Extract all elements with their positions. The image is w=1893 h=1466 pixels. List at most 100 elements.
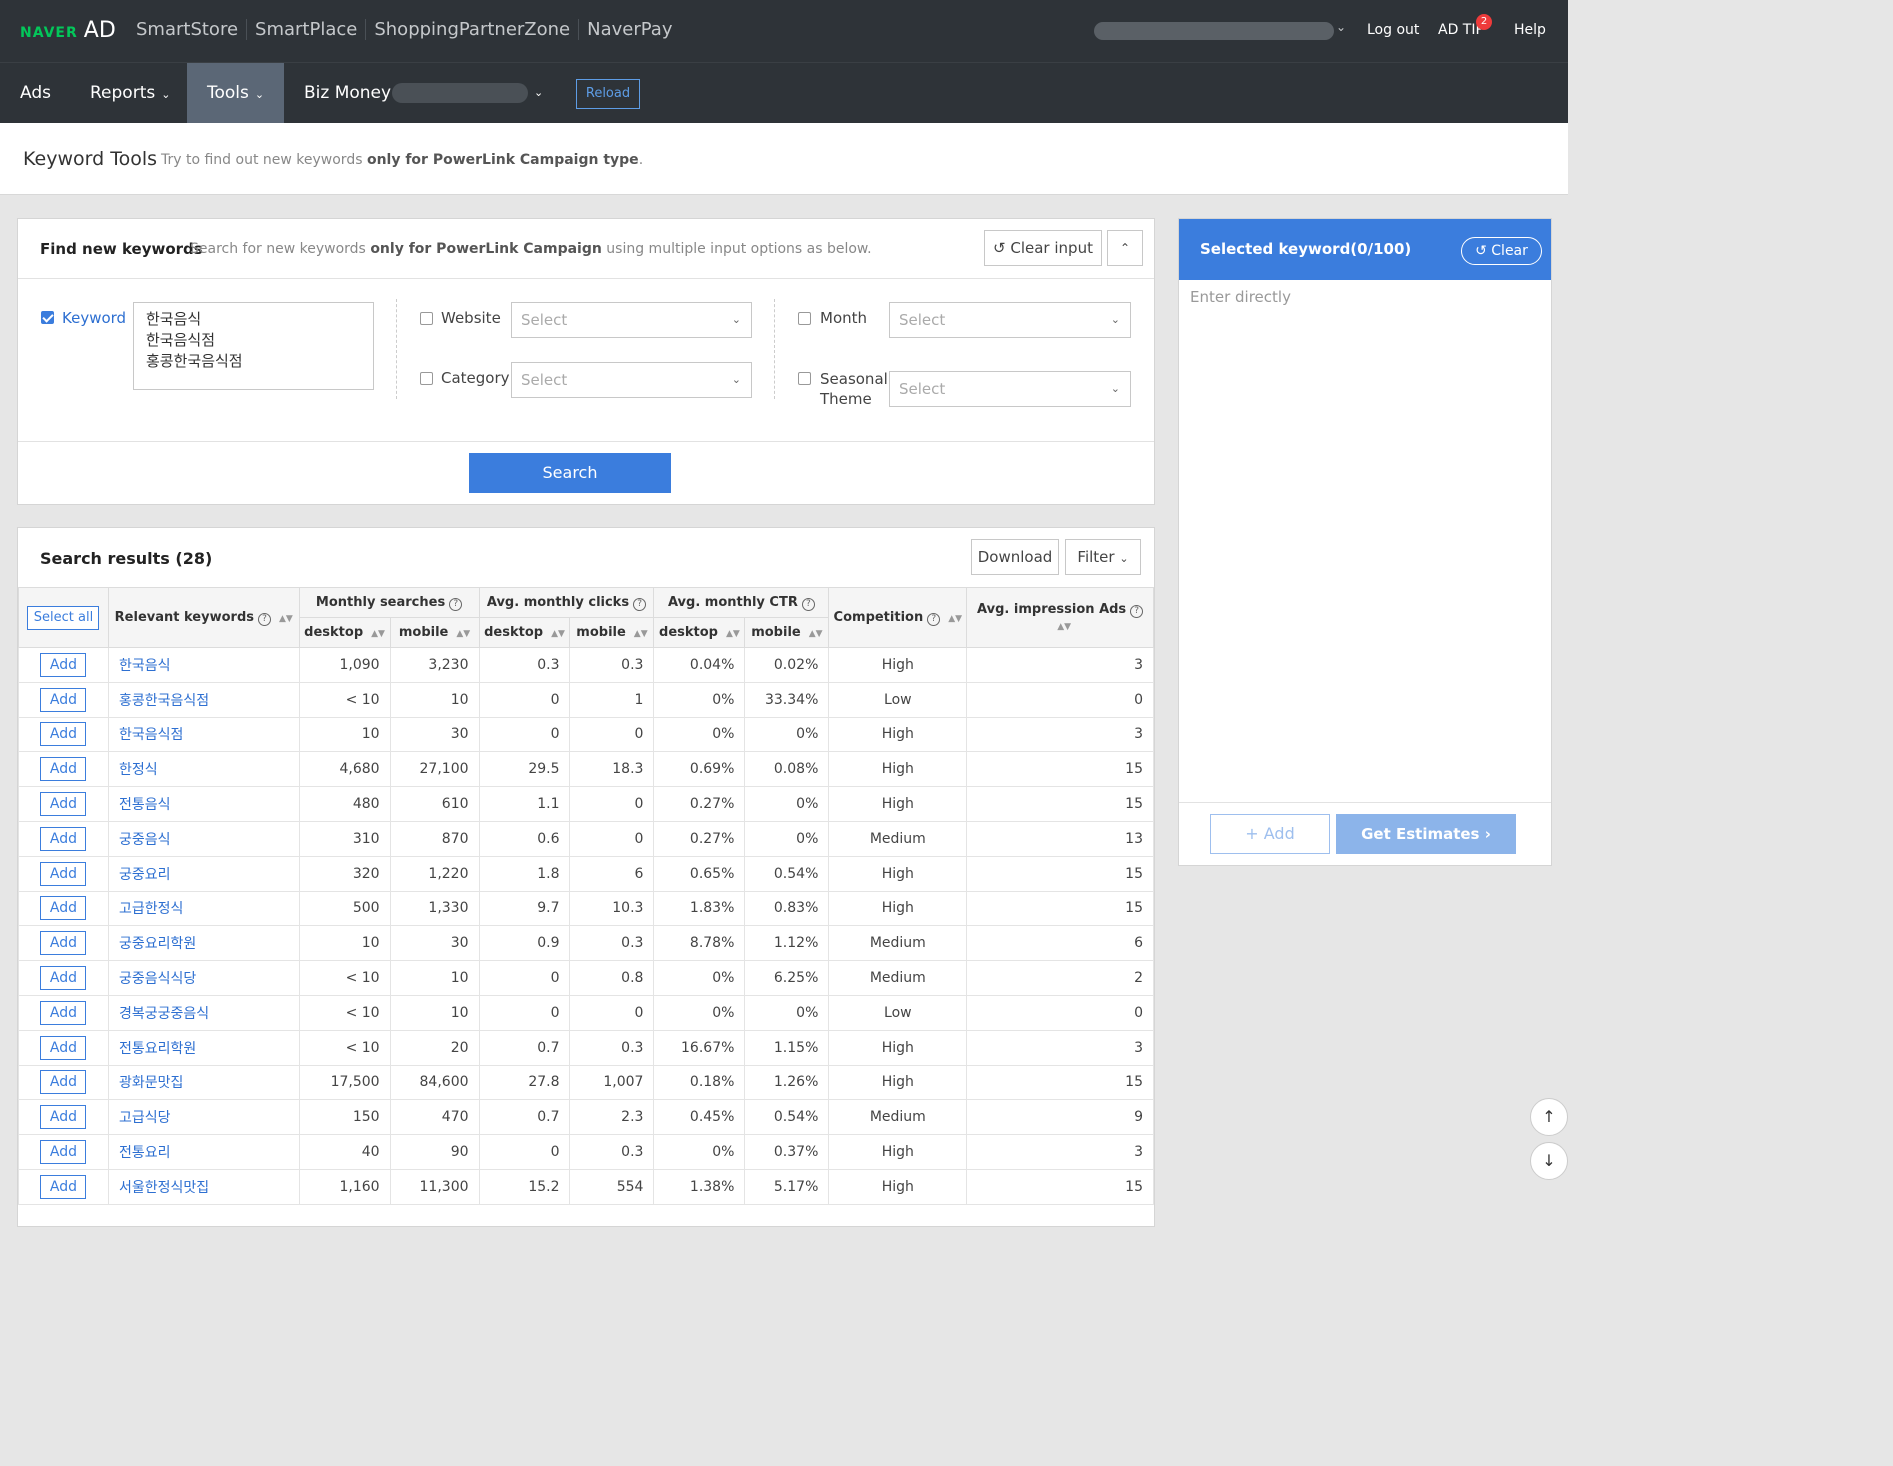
keyword-cell[interactable]: 궁중음식식당: [107, 960, 300, 996]
scroll-up-icon[interactable]: ↑: [1530, 1098, 1568, 1136]
clear-input-button[interactable]: ↺ Clear input: [984, 230, 1102, 266]
add-keyword-button[interactable]: Add: [40, 826, 87, 851]
help-icon[interactable]: ?: [801, 597, 815, 611]
add-keyword-button[interactable]: Add: [40, 966, 87, 991]
account-name-blurred[interactable]: [1094, 22, 1334, 40]
avg-impression-ads-header[interactable]: Avg. impression Ads ? ▲▼: [966, 587, 1154, 648]
add-cell: Add: [18, 925, 109, 962]
add-keyword-button[interactable]: Add: [40, 896, 87, 921]
link-smartstore[interactable]: SmartStore: [128, 19, 246, 40]
keyword-cell[interactable]: 전통요리학원: [107, 1029, 300, 1066]
add-keyword-button[interactable]: Add: [40, 1174, 87, 1199]
chevron-down-icon[interactable]: ⌄: [1336, 20, 1346, 34]
mobile-subheader[interactable]: mobile ▲▼: [744, 617, 830, 648]
link-shoppingpartnerzone[interactable]: ShoppingPartnerZone: [365, 19, 578, 40]
naver-ad-logo[interactable]: NAVER AD: [20, 18, 116, 43]
add-keyword-button[interactable]: Add: [40, 757, 87, 782]
keyword-cell[interactable]: 한국음식점: [107, 716, 300, 753]
keyword-cell[interactable]: 광화문맛집: [107, 1064, 300, 1101]
sort-icon[interactable]: ▲▼: [456, 629, 470, 639]
sort-icon[interactable]: ▲▼: [634, 629, 648, 639]
keyword-cell[interactable]: 궁중음식: [107, 820, 300, 857]
scroll-down-icon[interactable]: ↓: [1530, 1142, 1568, 1180]
help-icon[interactable]: ?: [258, 612, 271, 626]
seasonal-theme-select[interactable]: Select ⌄: [889, 371, 1131, 407]
keyword-cell[interactable]: 한국음식: [107, 647, 300, 683]
link-smartplace[interactable]: SmartPlace: [246, 19, 365, 40]
link-naverpay[interactable]: NaverPay: [578, 19, 680, 40]
clear-selected-button[interactable]: ↺ Clear: [1461, 237, 1542, 265]
sort-icon[interactable]: ▲▼: [1057, 622, 1071, 632]
desktop-subheader[interactable]: desktop ▲▼: [298, 617, 391, 648]
add-selected-button[interactable]: + Add: [1210, 814, 1330, 854]
nav-tools[interactable]: Tools ⌄: [187, 63, 285, 124]
help-link[interactable]: Help: [1514, 22, 1546, 38]
filter-button[interactable]: Filter ⌄: [1065, 539, 1141, 575]
enter-directly-input[interactable]: Enter directly: [1190, 288, 1291, 306]
nav-biz-money[interactable]: Biz Money: [304, 63, 391, 124]
keyword-cell[interactable]: 고급한정식: [107, 890, 300, 927]
website-checkbox[interactable]: [420, 312, 433, 325]
sort-icon[interactable]: ▲▼: [948, 614, 962, 624]
sort-icon[interactable]: ▲▼: [726, 629, 740, 639]
keyword-cell[interactable]: 고급식당: [107, 1099, 300, 1136]
impression-ads-cell: 15: [966, 855, 1154, 892]
help-icon[interactable]: ?: [449, 597, 463, 611]
keyword-cell[interactable]: 한정식: [107, 751, 300, 788]
help-icon[interactable]: ?: [633, 597, 647, 611]
keyword-cell[interactable]: 경복궁궁중음식: [107, 994, 300, 1031]
month-select[interactable]: Select ⌄: [889, 302, 1131, 338]
keyword-cell[interactable]: 서울한정식맛집: [107, 1168, 300, 1205]
keyword-cell[interactable]: 전통요리: [107, 1134, 300, 1170]
add-keyword-button[interactable]: Add: [40, 1105, 87, 1130]
help-icon[interactable]: ?: [1130, 605, 1144, 618]
page-desc-end: .: [638, 152, 644, 168]
desktop-subheader[interactable]: desktop ▲▼: [653, 617, 746, 648]
desktop-subheader[interactable]: desktop ▲▼: [478, 617, 571, 648]
download-button[interactable]: Download: [971, 539, 1059, 575]
competition-cell: High: [828, 647, 968, 683]
keyword-cell[interactable]: 전통음식: [107, 786, 300, 822]
sort-icon[interactable]: ▲▼: [371, 629, 385, 639]
keyword-checkbox[interactable]: [41, 311, 54, 324]
add-keyword-button[interactable]: Add: [40, 1035, 87, 1060]
chevron-down-icon[interactable]: ⌄: [534, 63, 543, 124]
competition-header[interactable]: Competition? ▲▼: [828, 587, 968, 648]
mobile-subheader[interactable]: mobile ▲▼: [389, 617, 480, 648]
search-button[interactable]: Search: [469, 453, 671, 493]
mobile-subheader[interactable]: mobile ▲▼: [569, 617, 655, 648]
add-keyword-button[interactable]: Add: [40, 1070, 87, 1095]
add-keyword-button[interactable]: Add: [40, 722, 87, 747]
category-checkbox[interactable]: [420, 372, 433, 385]
seasonal-theme-checkbox[interactable]: [798, 372, 811, 385]
get-estimates-button[interactable]: Get Estimates ›: [1336, 814, 1516, 854]
keyword-cell[interactable]: 궁중요리: [107, 855, 300, 892]
collapse-button[interactable]: ⌃: [1107, 230, 1143, 266]
keyword-cell[interactable]: 홍콩한국음식점: [107, 681, 300, 718]
desktop-ctr-cell: 0.27%: [653, 820, 746, 857]
keyword-textarea[interactable]: 한국음식 한국음식점 홍콩한국음식점: [133, 302, 374, 390]
add-keyword-button[interactable]: Add: [40, 1140, 87, 1165]
logout-link[interactable]: Log out: [1367, 22, 1419, 38]
sort-icon[interactable]: ▲▼: [551, 629, 565, 639]
add-keyword-button[interactable]: Add: [40, 652, 87, 677]
add-keyword-button[interactable]: Add: [40, 1000, 87, 1025]
add-keyword-button[interactable]: Add: [40, 861, 87, 886]
nav-reports[interactable]: Reports ⌄: [90, 63, 170, 124]
reload-button[interactable]: Reload: [576, 79, 640, 109]
add-keyword-button[interactable]: Add: [40, 931, 87, 956]
website-select[interactable]: Select ⌄: [511, 302, 752, 338]
keyword-cell[interactable]: 궁중요리학원: [107, 925, 300, 962]
competition-cell: High: [828, 890, 968, 927]
ad-tip-link[interactable]: AD TIP 2: [1438, 14, 1492, 38]
relevant-keywords-header[interactable]: Relevant keywords? ▲▼: [107, 587, 300, 648]
sort-icon[interactable]: ▲▼: [279, 614, 293, 624]
add-keyword-button[interactable]: Add: [40, 687, 87, 712]
month-checkbox[interactable]: [798, 312, 811, 325]
select-all-button[interactable]: Select all: [27, 605, 100, 630]
sort-icon[interactable]: ▲▼: [809, 629, 823, 639]
help-icon[interactable]: ?: [927, 612, 941, 626]
category-select[interactable]: Select ⌄: [511, 362, 752, 398]
add-keyword-button[interactable]: Add: [40, 792, 87, 817]
nav-ads[interactable]: Ads: [20, 63, 51, 124]
